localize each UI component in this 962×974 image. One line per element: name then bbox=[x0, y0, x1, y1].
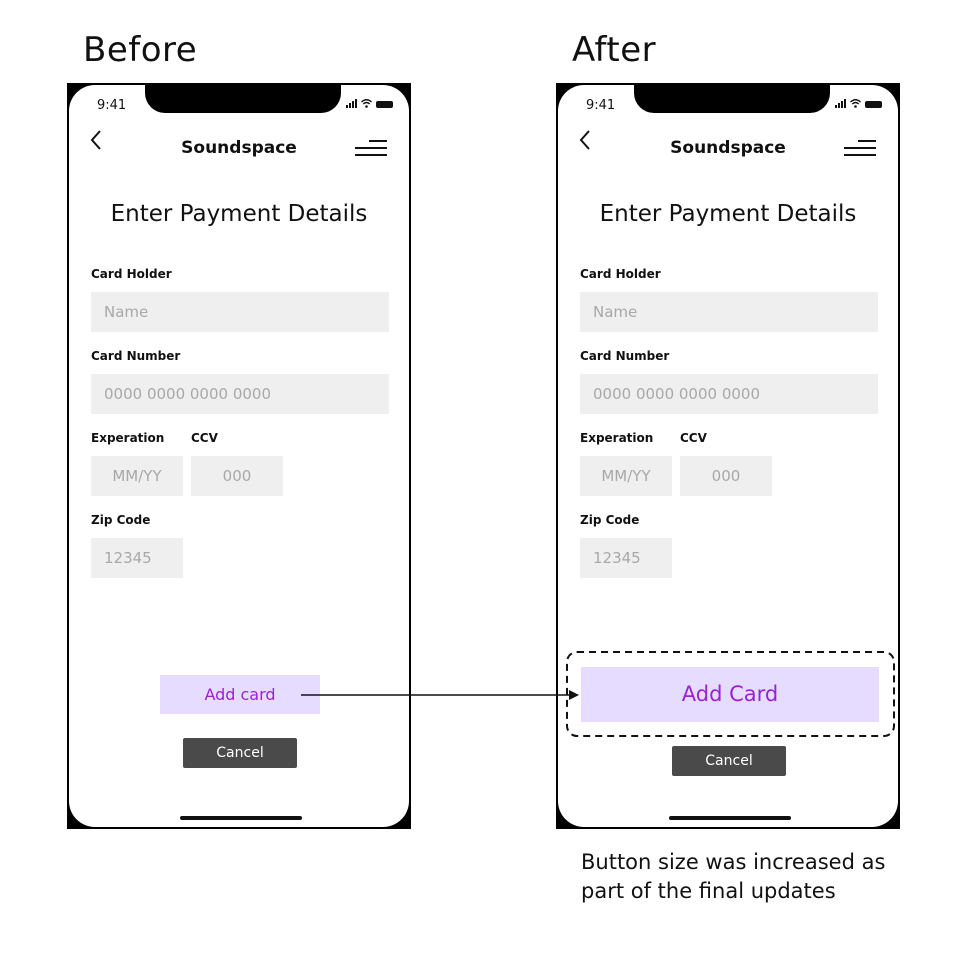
annotation-overlay bbox=[301, 651, 895, 737]
annotation-note: Button size was increased as part of the… bbox=[581, 850, 886, 903]
arrow-icon bbox=[569, 690, 579, 700]
highlight-dashed-box bbox=[566, 651, 895, 737]
